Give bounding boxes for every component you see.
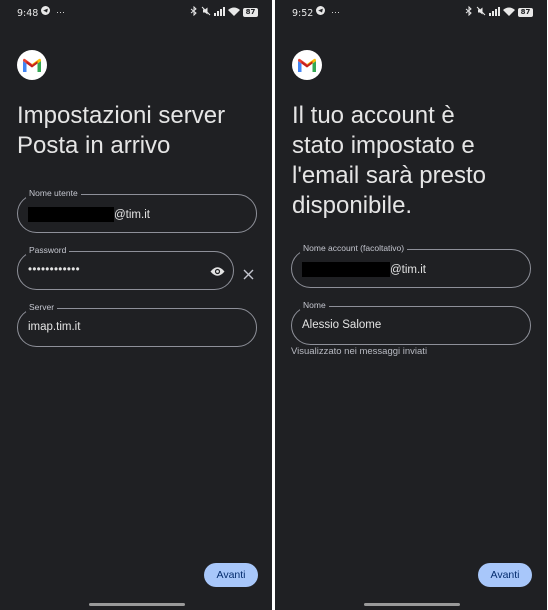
bluetooth-icon xyxy=(190,5,198,19)
name-field[interactable]: Nome Alessio Salome xyxy=(291,300,531,345)
account-name-field[interactable]: Nome account (facoltativo) @tim.it xyxy=(291,243,531,288)
page-title-line1: Il tuo account è xyxy=(292,102,455,129)
status-time: 9:48 xyxy=(17,8,39,19)
bluetooth-icon xyxy=(465,5,473,19)
status-bar: 9:52 ··· 87 xyxy=(275,0,547,26)
password-field[interactable]: Password •••••••••••• xyxy=(17,245,234,290)
gmail-logo xyxy=(292,50,322,80)
server-label: Server xyxy=(26,302,58,312)
battery-icon: 87 xyxy=(243,8,258,17)
telegram-icon xyxy=(41,6,50,18)
password-value: •••••••••••• xyxy=(28,264,80,276)
password-label: Password xyxy=(26,245,70,255)
name-value: Alessio Salome xyxy=(302,319,382,331)
close-icon[interactable] xyxy=(243,267,254,285)
right-screen: 9:52 ··· 87 Il tuo account è stato impos… xyxy=(275,0,547,610)
signal-icon xyxy=(214,6,225,19)
server-value: imap.tim.it xyxy=(28,321,81,333)
page-title-line2: stato impostato e xyxy=(292,132,475,159)
next-button[interactable]: Avanti xyxy=(204,563,258,587)
username-field[interactable]: Nome utente @tim.it xyxy=(17,188,257,233)
page-title-line1: Impostazioni server xyxy=(17,102,226,129)
account-name-suffix: @tim.it xyxy=(390,263,426,276)
status-bar: 9:48 ··· 87 xyxy=(0,0,272,26)
page-title-line2: Posta in arrivo xyxy=(17,132,171,159)
more-notifications: ··· xyxy=(331,7,340,17)
account-name-label: Nome account (facoltativo) xyxy=(300,243,408,253)
battery-icon: 87 xyxy=(518,8,533,17)
next-button[interactable]: Avanti xyxy=(478,563,532,587)
more-notifications: ··· xyxy=(56,7,65,17)
name-helper-text: Visualizzato nei messaggi inviati xyxy=(291,346,428,357)
server-field[interactable]: Server imap.tim.it xyxy=(17,302,257,347)
mute-icon xyxy=(201,6,211,19)
gesture-bar xyxy=(89,603,185,606)
signal-icon xyxy=(489,6,500,19)
name-label: Nome xyxy=(300,300,329,310)
status-time: 9:52 xyxy=(292,8,314,19)
gesture-bar xyxy=(364,603,460,606)
redacted-account-name xyxy=(302,262,390,277)
wifi-icon xyxy=(228,7,240,19)
page-title-line3: l'email sarà presto xyxy=(292,162,486,189)
eye-icon[interactable] xyxy=(210,264,225,282)
mute-icon xyxy=(476,6,486,19)
gmail-logo xyxy=(17,50,47,80)
username-label: Nome utente xyxy=(26,188,81,198)
username-suffix: @tim.it xyxy=(114,208,150,221)
page-title-line4: disponibile. xyxy=(292,192,413,219)
redacted-username xyxy=(28,207,114,222)
wifi-icon xyxy=(503,7,515,19)
telegram-icon xyxy=(316,6,325,18)
left-screen: 9:48 ··· 87 Impostazioni server Posta in… xyxy=(0,0,272,610)
